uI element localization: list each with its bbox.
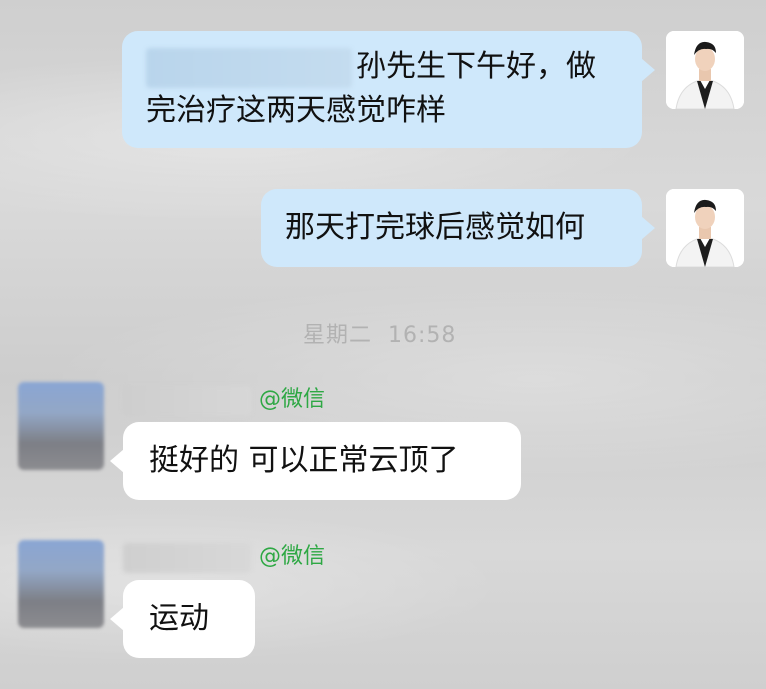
contact-avatar[interactable] xyxy=(18,540,104,628)
incoming-message-1[interactable]: 挺好的 可以正常云顶了 xyxy=(123,422,521,500)
incoming-message-2[interactable]: 运动 xyxy=(123,580,255,658)
sender-source-tag: @微信 xyxy=(259,387,326,412)
bubble-tail xyxy=(110,607,124,631)
timestamp-time: 16:58 xyxy=(388,323,457,348)
outgoing-message-2[interactable]: 那天打完球后感觉如何 xyxy=(261,189,642,267)
message-text: 挺好的 可以正常云顶了 xyxy=(149,443,459,478)
bubble-tail xyxy=(641,58,655,82)
sender-name-redacted xyxy=(123,386,251,416)
redacted-name-block xyxy=(146,47,352,88)
my-avatar[interactable] xyxy=(666,31,744,109)
my-avatar[interactable] xyxy=(666,189,744,267)
sender-source-tag: @微信 xyxy=(259,544,326,569)
message-text: 那天打完球后感觉如何 xyxy=(285,210,585,245)
chat-timestamp: 星期二 16:58 xyxy=(303,317,456,349)
sender-name-redacted xyxy=(123,543,251,573)
bubble-tail xyxy=(641,216,655,240)
outgoing-message-1[interactable]: 孙先生下午好，做完治疗这两天感觉咋样 xyxy=(122,31,642,148)
doctor-avatar-icon xyxy=(666,31,744,109)
contact-avatar[interactable] xyxy=(18,382,104,470)
doctor-avatar-icon xyxy=(666,189,744,267)
timestamp-day: 星期二 xyxy=(303,323,373,348)
bubble-tail xyxy=(110,449,124,473)
message-text: 运动 xyxy=(149,601,209,636)
